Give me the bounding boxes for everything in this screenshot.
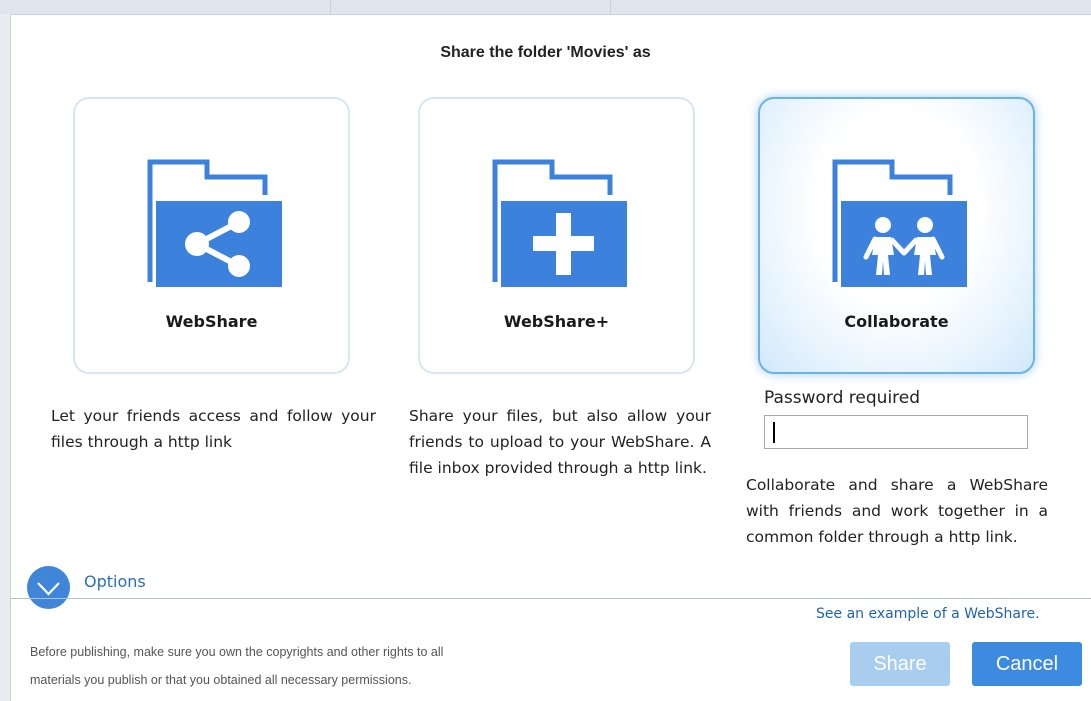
chevron-down-icon (37, 582, 60, 596)
webshare-plus-option-card[interactable]: WebShare+ (418, 97, 695, 374)
collaborate-option-card[interactable]: Collaborate (758, 97, 1035, 374)
options-link[interactable]: Options (84, 572, 146, 591)
text-caret (773, 422, 775, 443)
folder-people-icon (832, 159, 967, 287)
webshare-description: Let your friends access and follow your … (51, 407, 376, 451)
share-button[interactable]: Share (850, 642, 950, 686)
background-divider (330, 0, 331, 14)
webshare-plus-description: Share your files, but also allow your fr… (409, 407, 711, 477)
folder-share-icon (147, 159, 282, 287)
copyright-disclaimer: Before publishing, make sure you own the… (30, 638, 630, 694)
disclaimer-line: Before publishing, make sure you own the… (30, 645, 444, 659)
folder-plus-icon (492, 159, 627, 287)
options-toggle-button[interactable] (27, 566, 70, 609)
collaborate-description: Collaborate and share a WebShare with fr… (746, 476, 1048, 546)
footer-divider (10, 598, 1091, 599)
background-divider (610, 0, 611, 14)
background-window-strip (0, 0, 1091, 14)
webshare-option-card[interactable]: WebShare (73, 97, 350, 374)
example-webshare-link[interactable]: See an example of a WebShare. (816, 606, 1040, 622)
dialog-title: Share the folder 'Movies' as (440, 44, 651, 61)
cancel-button[interactable]: Cancel (972, 642, 1082, 686)
password-input[interactable] (764, 415, 1028, 449)
webshare-label: WebShare (165, 312, 258, 331)
collaborate-label: Collaborate (844, 312, 949, 331)
webshare-plus-label: WebShare+ (503, 312, 610, 331)
disclaimer-line: materials you publish or that you obtain… (30, 673, 412, 687)
password-required-label: Password required (764, 388, 921, 408)
